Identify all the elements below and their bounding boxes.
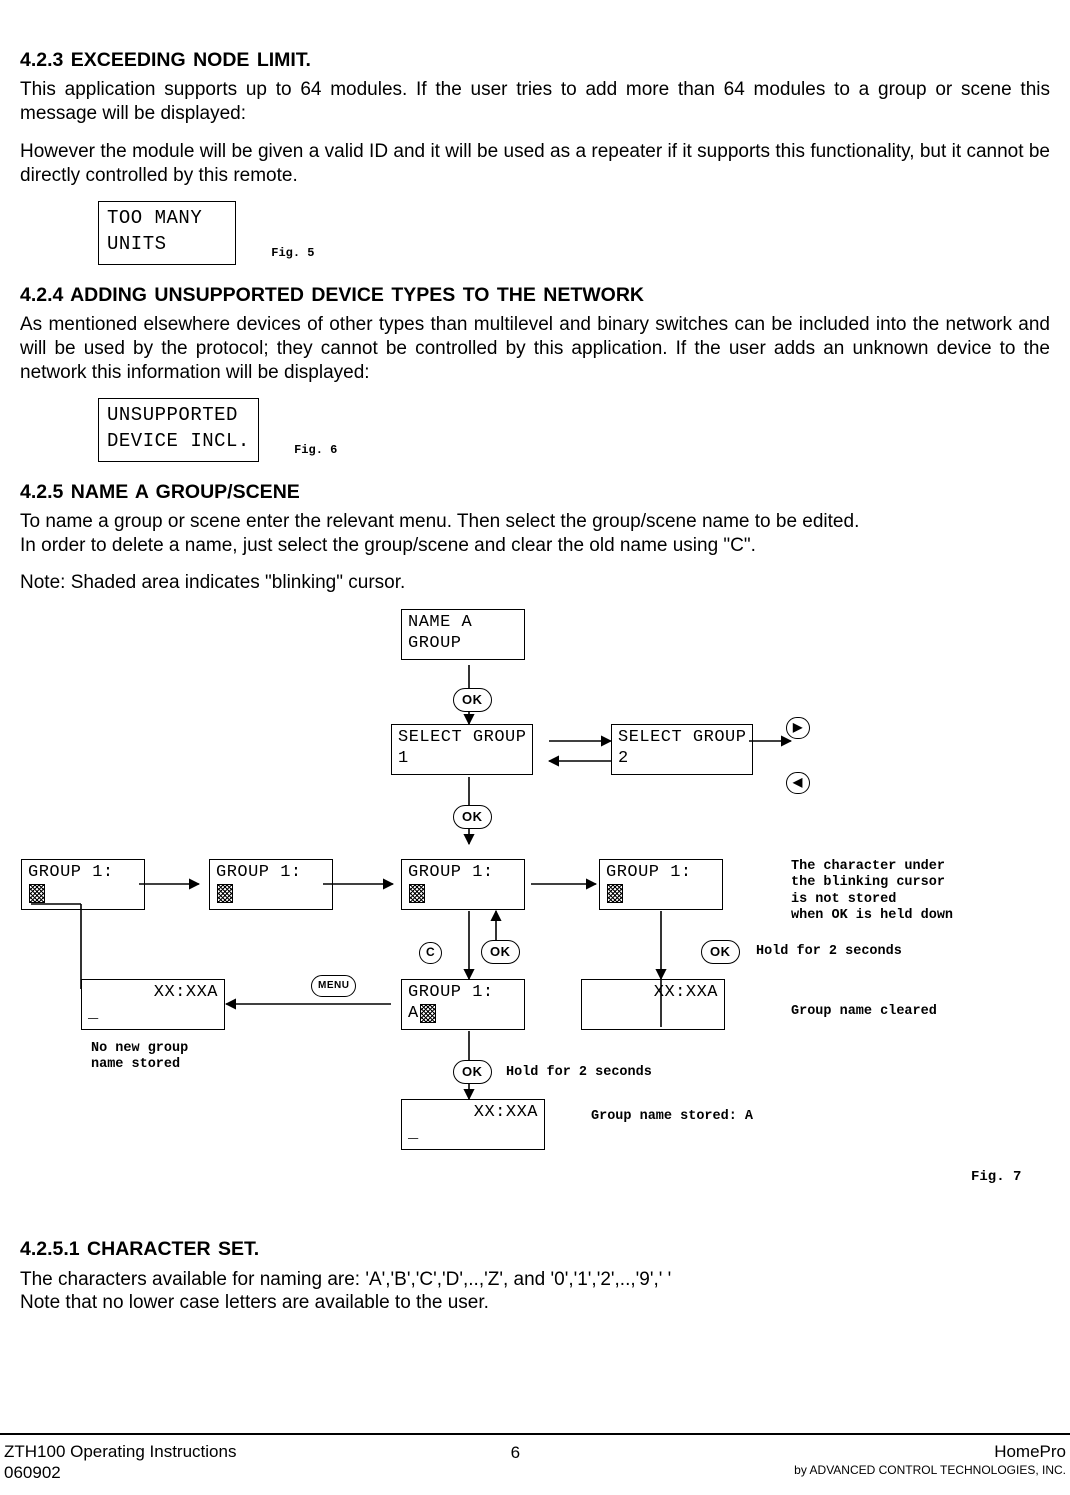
para-425-1: To name a group or scene enter the relev… xyxy=(20,510,1050,558)
annot-char-not-stored: The character under the blinking cursor … xyxy=(791,859,953,924)
lcd-clock-right: XX:XXA xyxy=(581,979,725,1030)
lcd-group1-a: GROUP 1: xyxy=(21,859,145,910)
blinking-cursor-icon xyxy=(217,884,233,903)
para-4251-1: The characters available for naming are:… xyxy=(20,1268,1050,1316)
footer-divider xyxy=(0,1433,1070,1435)
annot-no-new-group: No new group name stored xyxy=(91,1041,188,1073)
para-423-2: However the module will be given a valid… xyxy=(20,140,1050,188)
lcd-line: DEVICE INCL. xyxy=(107,429,250,455)
lcd-unsupported-device: UNSUPPORTED DEVICE INCL. xyxy=(98,398,259,461)
lcd-clock-bottom: XX:XXA _ xyxy=(401,1099,545,1150)
blinking-cursor-icon xyxy=(409,884,425,903)
figure-label: Fig. 7 xyxy=(971,1169,1021,1186)
ok-button: OK xyxy=(453,1060,492,1084)
figure-label: Fig. 6 xyxy=(294,443,337,462)
lcd-line: UNITS xyxy=(107,232,227,258)
annot-name-cleared: Group name cleared xyxy=(791,1004,937,1020)
ok-button: OK xyxy=(453,805,492,829)
para-424-1: As mentioned elsewhere devices of other … xyxy=(20,313,1050,384)
footer-company: by ADVANCED CONTROL TECHNOLOGIES, INC. xyxy=(794,1463,1066,1477)
footer-doc-title: ZTH100 Operating Instructions xyxy=(4,1442,236,1462)
arrow-right-icon: ▶ xyxy=(786,717,810,739)
document-page: 4.2.3 EXCEEDING NODE LIMIT. This applica… xyxy=(0,0,1070,1495)
lcd-line: UNSUPPORTED xyxy=(107,403,250,429)
lcd-too-many-units: TOO MANY UNITS xyxy=(98,201,236,264)
lcd-clock-left: XX:XXA _ xyxy=(81,979,225,1030)
lcd-group1-edit-a: GROUP 1: A xyxy=(401,979,525,1030)
para-423-1: This application supports up to 64 modul… xyxy=(20,78,1050,126)
figure-label: Fig. 5 xyxy=(271,246,314,265)
annot-hold-2s-bottom: Hold for 2 seconds xyxy=(506,1065,652,1081)
blinking-cursor-icon xyxy=(420,1004,436,1023)
lcd-name-a-group: NAME A GROUP xyxy=(401,609,525,660)
page-number: 6 xyxy=(236,1442,794,1463)
heading-4251: 4.2.5.1 CHARACTER SET. xyxy=(20,1237,1050,1261)
figure-5: TOO MANY UNITS Fig. 5 xyxy=(98,201,1050,264)
lcd-group1-b: GROUP 1: xyxy=(209,859,333,910)
arrow-left-icon: ◀ xyxy=(786,772,810,794)
annot-hold-2s: Hold for 2 seconds xyxy=(756,944,902,960)
ok-button: OK xyxy=(453,688,492,712)
blinking-cursor-icon xyxy=(607,884,623,903)
ok-button: OK xyxy=(481,940,520,964)
heading-423: 4.2.3 EXCEEDING NODE LIMIT. xyxy=(20,48,1050,72)
lcd-group1-d: GROUP 1: xyxy=(599,859,723,910)
ok-button: OK xyxy=(701,940,740,964)
lcd-line: TOO MANY xyxy=(107,206,227,232)
annot-name-stored: Group name stored: A xyxy=(591,1109,753,1125)
heading-425: 4.2.5 NAME A GROUP/SCENE xyxy=(20,480,1050,504)
c-button: C xyxy=(419,942,442,964)
lcd-group1-c: GROUP 1: xyxy=(401,859,525,910)
figure-7-flowchart: NAME A GROUP OK SELECT GROUP 1 SELECT GR… xyxy=(21,609,1049,1219)
lcd-select-group-1: SELECT GROUP 1 xyxy=(391,724,533,775)
footer-doc-code: 060902 xyxy=(4,1463,236,1483)
note-425: Note: Shaded area indicates "blinking" c… xyxy=(20,571,1050,595)
heading-424: 4.2.4 ADDING UNSUPPORTED DEVICE TYPES TO… xyxy=(20,283,1050,307)
figure-6: UNSUPPORTED DEVICE INCL. Fig. 6 xyxy=(98,398,1050,461)
page-footer: ZTH100 Operating Instructions 060902 6 H… xyxy=(0,1442,1070,1483)
menu-button: MENU xyxy=(311,975,356,997)
lcd-select-group-2: SELECT GROUP 2 xyxy=(611,724,753,775)
footer-brand: HomePro xyxy=(794,1442,1066,1462)
blinking-cursor-icon xyxy=(29,884,45,903)
